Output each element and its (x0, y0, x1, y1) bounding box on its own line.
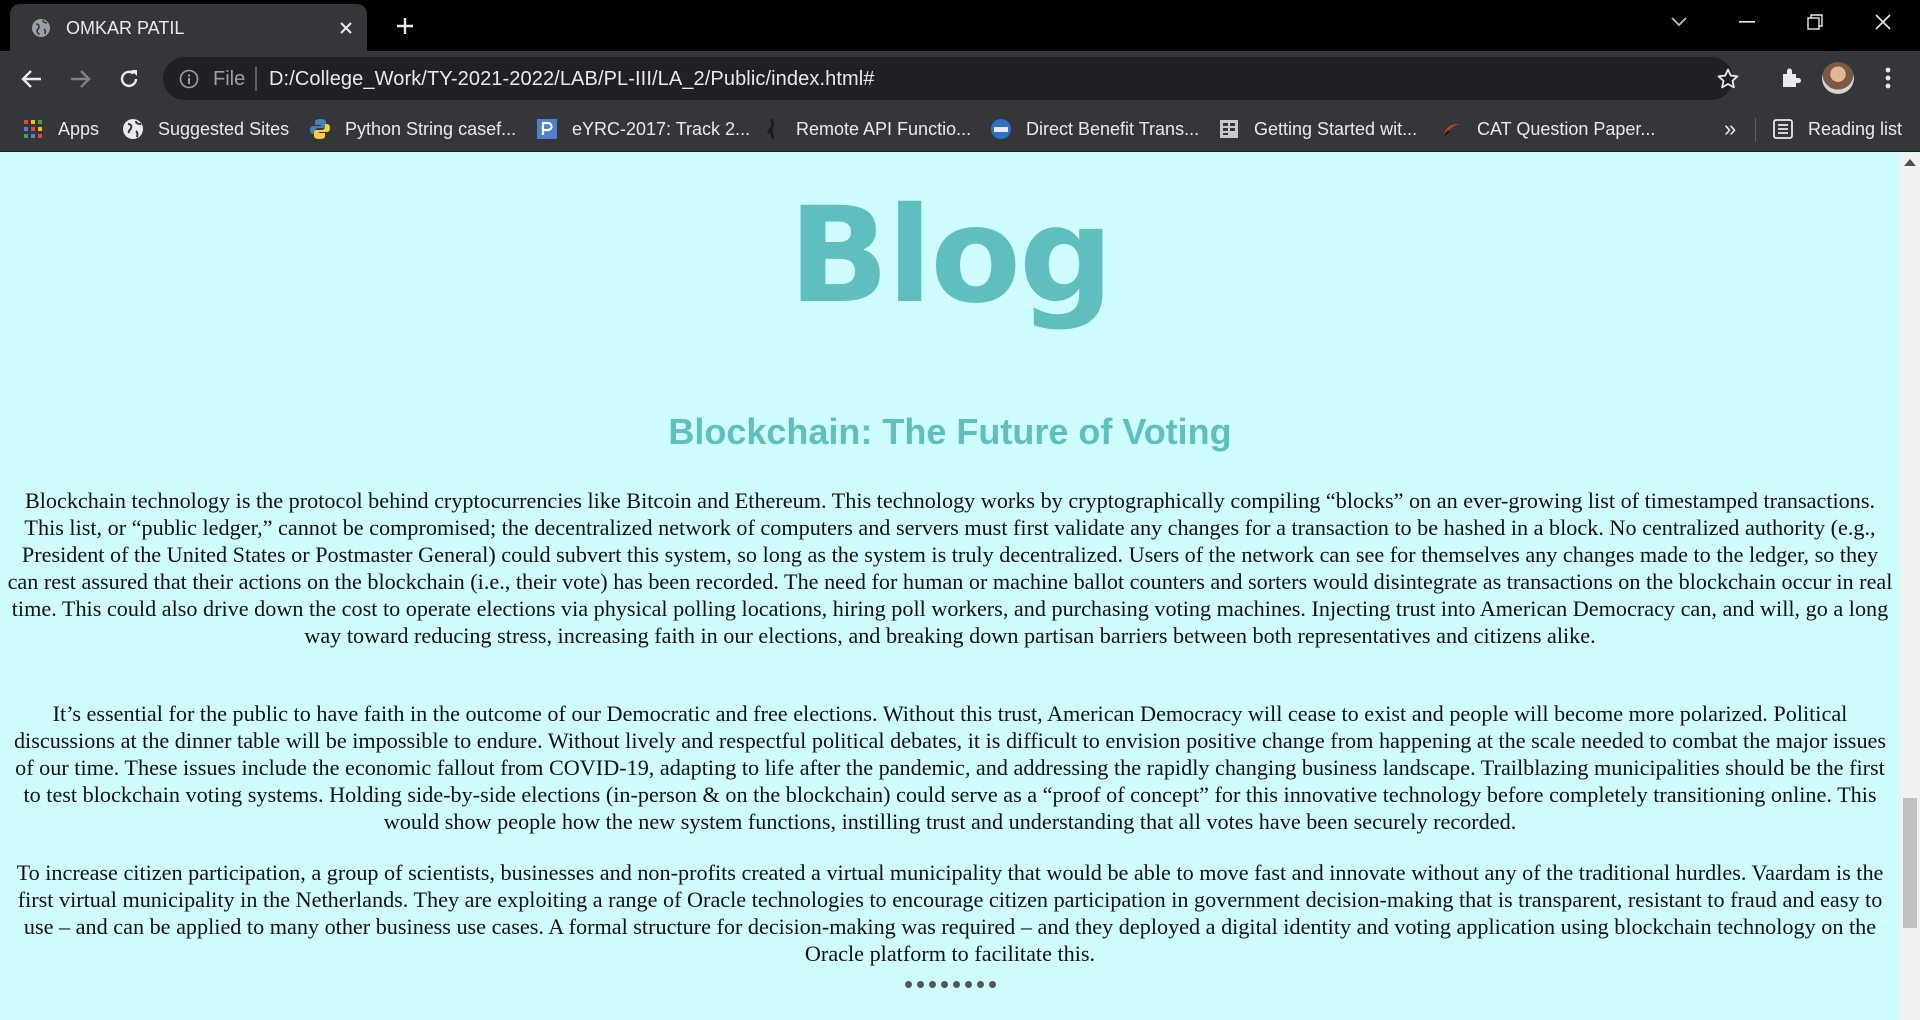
carousel-dot[interactable] (928, 981, 936, 988)
url-text[interactable]: D:/College_Work/TY-2021-2022/LAB/PL-III/… (269, 68, 875, 91)
forward-button[interactable] (63, 62, 97, 96)
article-paragraph: Blockchain technology is the protocol be… (7, 488, 1893, 648)
reading-list-icon (1772, 118, 1794, 140)
scrollbar-thumb[interactable] (1903, 798, 1917, 928)
p-icon (536, 118, 558, 140)
back-button[interactable] (15, 62, 49, 96)
close-window-icon[interactable] (1850, 0, 1916, 44)
tab-search-icon[interactable] (1646, 0, 1712, 44)
apps-grid-icon (22, 118, 44, 140)
reading-list-label: Reading list (1808, 118, 1903, 139)
overflow-chevron-icon: » (1724, 116, 1737, 141)
scheme-label: File (213, 68, 246, 90)
carousel-dot[interactable] (940, 981, 948, 988)
omnibox-divider (255, 67, 257, 91)
bookmark-getting-started[interactable]: Getting Started wit... (1218, 116, 1417, 142)
info-icon[interactable] (179, 69, 199, 89)
restore-icon[interactable] (1782, 0, 1848, 44)
bookmark-label: eYRC-2017: Track 2... (572, 118, 751, 139)
close-tab-icon[interactable] (333, 15, 359, 41)
bookmark-label: Remote API Functio... (796, 118, 972, 139)
browser-toolbar: File D:/College_Work/TY-2021-2022/LAB/PL… (0, 51, 1920, 106)
cat-icon (1441, 118, 1463, 140)
robot-icon (760, 118, 782, 140)
article-paragraph: To increase citizen participation, a gro… (16, 860, 1884, 966)
article-paragraph: It’s essential for the public to have fa… (13, 701, 1887, 834)
minimize-icon[interactable] (1714, 0, 1780, 44)
carousel-dot[interactable] (964, 981, 972, 988)
carousel-dot[interactable] (952, 981, 960, 988)
bookmark-label: Direct Benefit Trans... (1026, 118, 1200, 139)
reload-button[interactable] (112, 62, 146, 96)
bookmark-label: Suggested Sites (158, 118, 290, 139)
bookmark-remote-api[interactable]: Remote API Functio... (760, 116, 971, 142)
bookmark-suggested-sites[interactable]: Suggested Sites (122, 116, 289, 142)
bookmark-apps[interactable]: Apps (22, 116, 99, 142)
bookmark-label: Python String casef... (345, 118, 517, 139)
page-scrollbar[interactable] (1900, 153, 1920, 1020)
bookmark-python-string[interactable]: Python String casef... (309, 116, 516, 142)
bookmarks-overflow-button[interactable]: » (1724, 116, 1736, 142)
menu-kebab-icon[interactable] (1874, 64, 1902, 92)
bookmark-eyrc[interactable]: eYRC-2017: Track 2... (536, 116, 750, 142)
carousel-dot[interactable] (904, 981, 912, 988)
doc-icon (1218, 118, 1240, 140)
carousel-dots (0, 981, 1900, 988)
bookmark-label: CAT Question Paper... (1477, 118, 1656, 139)
bookmarks-bar: Apps Suggested Sites Python String casef… (0, 106, 1920, 152)
globe-icon (31, 18, 51, 38)
globe-icon (122, 118, 144, 140)
address-bar[interactable]: File D:/College_Work/TY-2021-2022/LAB/PL… (163, 57, 1739, 100)
tab-strip: OMKAR PATIL (0, 0, 1920, 51)
scroll-up-arrow-icon[interactable] (1904, 159, 1916, 166)
extensions-icon[interactable] (1777, 64, 1805, 92)
carousel-dot[interactable] (976, 981, 984, 988)
bookmark-label: Getting Started wit... (1254, 118, 1418, 139)
page-content: Blog Blockchain: The Future of Voting Bl… (0, 153, 1900, 1020)
carousel-dot[interactable] (916, 981, 924, 988)
bookmark-star-icon[interactable] (1716, 67, 1740, 91)
bookmark-direct-benefit[interactable]: Direct Benefit Trans... (990, 116, 1199, 142)
dbt-icon (990, 118, 1012, 140)
bookmarks-divider (1755, 118, 1756, 142)
browser-tab[interactable]: OMKAR PATIL (10, 4, 367, 51)
carousel-dot[interactable] (988, 981, 996, 988)
profile-avatar[interactable] (1822, 62, 1854, 94)
article-title: Blockchain: The Future of Voting (668, 411, 1232, 452)
reading-list-button[interactable]: Reading list (1772, 116, 1902, 142)
python-icon (309, 118, 331, 140)
new-tab-button[interactable] (390, 11, 420, 41)
bookmark-cat-question[interactable]: CAT Question Paper... (1441, 116, 1655, 142)
bookmark-label: Apps (58, 118, 100, 139)
tab-title: OMKAR PATIL (66, 18, 185, 38)
blog-heading: Blog (788, 179, 1113, 333)
